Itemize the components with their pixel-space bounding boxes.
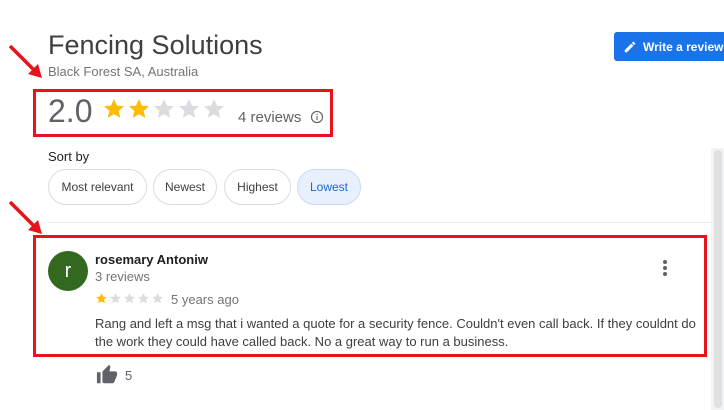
sort-chip-most-relevant[interactable]: Most relevant: [48, 169, 147, 205]
thumb-up-icon[interactable]: [95, 364, 119, 386]
highlight-box-rating: [33, 89, 333, 137]
like-count: 5: [125, 368, 133, 383]
annotation-arrow-icon: [8, 44, 42, 78]
business-location: Black Forest SA, Australia: [48, 64, 199, 79]
write-review-label: Write a review: [643, 39, 724, 54]
annotation-arrow-icon: [8, 200, 42, 234]
scrollbar-thumb[interactable]: [714, 150, 722, 408]
divider: [48, 222, 711, 223]
sort-chip-newest[interactable]: Newest: [153, 169, 217, 205]
business-name: Fencing Solutions: [48, 30, 263, 60]
highlight-box-review: [33, 235, 707, 357]
sort-chip-highest[interactable]: Highest: [224, 169, 291, 205]
write-review-button[interactable]: Write a review: [614, 32, 724, 61]
sort-chip-lowest[interactable]: Lowest: [297, 169, 361, 205]
pencil-icon: [624, 41, 636, 52]
sort-by-label: Sort by: [48, 149, 90, 164]
